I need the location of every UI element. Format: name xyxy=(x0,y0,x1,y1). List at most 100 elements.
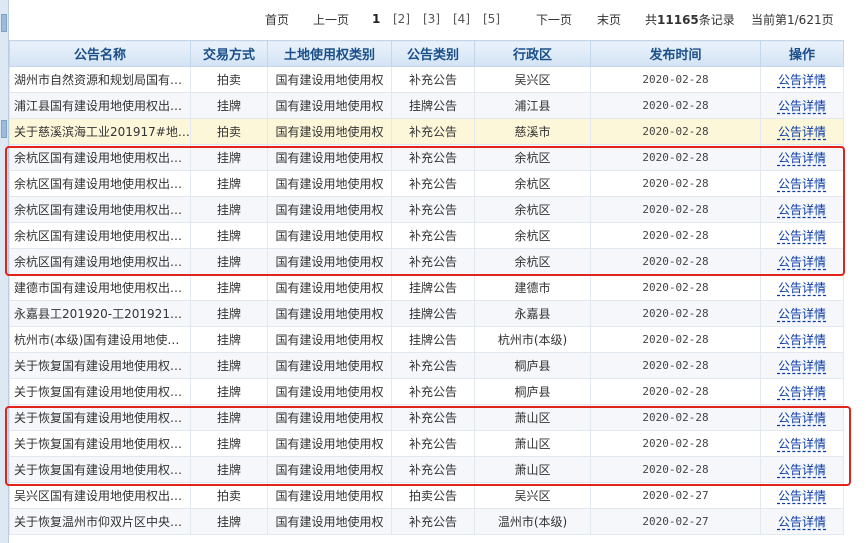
cell-name[interactable]: 余杭区国有建设用地使用权出让公告 xyxy=(9,170,191,197)
cell-name[interactable]: 关于恢复国有建设用地使用权出让的公告 xyxy=(9,378,191,405)
table-row[interactable]: 关于恢复国有建设用地使用权出让的公告挂牌国有建设用地使用权补充公告萧山区2020… xyxy=(9,430,844,457)
cell-name[interactable]: 浦江县国有建设用地使用权出让公告 xyxy=(9,92,191,119)
cell-date: 2020-02-28 xyxy=(590,404,761,431)
page-link-4[interactable]: [4] xyxy=(453,12,470,26)
cell-date: 2020-02-28 xyxy=(590,118,761,145)
cell-name[interactable]: 建德市国有建设用地使用权出让公告 xyxy=(9,274,191,301)
cell-name[interactable]: 吴兴区国有建设用地使用权出让公告 xyxy=(9,482,191,509)
table-row[interactable]: 关于恢复国有建设用地使用权出让的公告挂牌国有建设用地使用权补充公告萧山区2020… xyxy=(9,456,844,483)
cell-name[interactable]: 关于恢复国有建设用地使用权出让的公告 xyxy=(9,352,191,379)
cell-land-type: 国有建设用地使用权 xyxy=(267,482,392,509)
detail-link[interactable]: 公告详情 xyxy=(778,177,826,191)
table-row[interactable]: 关于恢复国有建设用地使用权出让的公告挂牌国有建设用地使用权补充公告萧山区2020… xyxy=(9,404,844,431)
cell-category: 补充公告 xyxy=(391,378,475,405)
page-link-1[interactable]: 1 xyxy=(372,12,380,26)
table-row[interactable]: 关于慈溪滨海工业201917#地块国有建设用地拍卖国有建设用地使用权补充公告慈溪… xyxy=(9,118,844,145)
cell-land-type: 国有建设用地使用权 xyxy=(267,196,392,223)
col-header-category: 公告类别 xyxy=(391,40,475,67)
table-row[interactable]: 湖州市自然资源和规划局国有建设用地使用权拍卖国有建设用地使用权补充公告吴兴区20… xyxy=(9,66,844,93)
first-page-link[interactable]: 首页 xyxy=(265,11,289,28)
cell-name[interactable]: 湖州市自然资源和规划局国有建设用地使用权 xyxy=(9,66,191,93)
cell-name[interactable]: 余杭区国有建设用地使用权出让公告 xyxy=(9,248,191,275)
table-row[interactable]: 余杭区国有建设用地使用权出让公告 挂牌 国有建设用地使用权 补充公告 余杭区 2020-0… xyxy=(9,248,844,275)
cell-date: 2020-02-28 xyxy=(590,196,761,223)
cell-action: 公告详情 xyxy=(760,66,844,93)
page-link-5[interactable]: [5] xyxy=(483,12,500,26)
cell-district: 建德市 xyxy=(474,274,591,301)
cell-name[interactable]: 杭州市(本级)国有建设用地使用权出让公告 xyxy=(9,326,191,353)
page-link-2[interactable]: [2] xyxy=(393,12,410,26)
table-row[interactable]: 余杭区国有建设用地使用权出让公告 挂牌 国有建设用地使用权 补充公告 余杭区 2020-0… xyxy=(9,144,844,171)
table-row[interactable]: 关于恢复国有建设用地使用权出让的公告挂牌国有建设用地使用权补充公告桐庐县2020… xyxy=(9,352,844,379)
table-row[interactable]: 杭州市(本级)国有建设用地使用权出让公告挂牌国有建设用地使用权挂牌公告杭州市(本… xyxy=(9,326,844,353)
detail-link[interactable]: 公告详情 xyxy=(778,515,826,529)
detail-link[interactable]: 公告详情 xyxy=(778,437,826,451)
cell-method: 挂牌 xyxy=(190,92,268,119)
detail-link[interactable]: 公告详情 xyxy=(778,463,826,477)
cell-category: 补充公告 xyxy=(391,170,475,197)
cell-action: 公告详情 xyxy=(760,352,844,379)
cell-action: 公告详情 xyxy=(760,482,844,509)
detail-link[interactable]: 公告详情 xyxy=(778,359,826,373)
detail-link[interactable]: 公告详情 xyxy=(778,203,826,217)
cell-land-type: 国有建设用地使用权 xyxy=(267,248,392,275)
cell-method: 拍卖 xyxy=(190,66,268,93)
cell-name[interactable]: 余杭区国有建设用地使用权出让公告 xyxy=(9,222,191,249)
cell-date: 2020-02-28 xyxy=(590,222,761,249)
cell-category: 补充公告 xyxy=(391,196,475,223)
table-row[interactable]: 余杭区国有建设用地使用权出让公告 挂牌 国有建设用地使用权 补充公告 余杭区 2020-0… xyxy=(9,222,844,249)
cell-land-type: 国有建设用地使用权 xyxy=(267,326,392,353)
cell-name[interactable]: 关于慈溪滨海工业201917#地块国有建设用地 xyxy=(9,118,191,145)
last-page-link[interactable]: 末页 xyxy=(597,11,621,28)
detail-link[interactable]: 公告详情 xyxy=(778,255,826,269)
scroll-handle[interactable] xyxy=(1,14,7,32)
page-link-3[interactable]: [3] xyxy=(423,12,440,26)
next-page-link[interactable]: 下一页 xyxy=(536,11,572,28)
detail-link[interactable]: 公告详情 xyxy=(778,411,826,425)
detail-link[interactable]: 公告详情 xyxy=(778,489,826,503)
table-row[interactable]: 关于恢复国有建设用地使用权出让的公告挂牌国有建设用地使用权补充公告桐庐县2020… xyxy=(9,378,844,405)
cell-method: 挂牌 xyxy=(190,508,268,535)
cell-land-type: 国有建设用地使用权 xyxy=(267,378,392,405)
detail-link[interactable]: 公告详情 xyxy=(778,73,826,87)
cell-name[interactable]: 余杭区国有建设用地使用权出让公告 xyxy=(9,196,191,223)
cell-action: 公告详情 xyxy=(760,144,844,171)
cell-name[interactable]: 余杭区国有建设用地使用权出让公告 xyxy=(9,144,191,171)
cell-name[interactable]: 关于恢复国有建设用地使用权出让的公告 xyxy=(9,456,191,483)
detail-link[interactable]: 公告详情 xyxy=(778,385,826,399)
cell-action: 公告详情 xyxy=(760,248,844,275)
table-header-row: 公告名称 交易方式 土地使用权类别 公告类别 行政区 发布时间 操作 xyxy=(9,40,844,67)
cell-name[interactable]: 永嘉县工201920-工201921国有建设用地 xyxy=(9,300,191,327)
cell-action: 公告详情 xyxy=(760,170,844,197)
cell-action: 公告详情 xyxy=(760,222,844,249)
cell-name[interactable]: 关于恢复国有建设用地使用权出让的公告 xyxy=(9,430,191,457)
detail-link[interactable]: 公告详情 xyxy=(778,281,826,295)
table-row[interactable]: 关于恢复温州市仰双片区中央绿轴地块挂牌国有建设用地使用权补充公告温州市(本级)2… xyxy=(9,508,844,535)
table-row[interactable]: 建德市国有建设用地使用权出让公告 挂牌 国有建设用地使用权 挂牌公告 建德市 2020-0… xyxy=(9,274,844,301)
cell-action: 公告详情 xyxy=(760,196,844,223)
cell-method: 挂牌 xyxy=(190,248,268,275)
cell-name[interactable]: 关于恢复国有建设用地使用权出让的公告 xyxy=(9,404,191,431)
table-row[interactable]: 吴兴区国有建设用地使用权出让公告 拍卖 国有建设用地使用权 拍卖公告 吴兴区 2020-0… xyxy=(9,482,844,509)
cell-method: 挂牌 xyxy=(190,144,268,171)
detail-link[interactable]: 公告详情 xyxy=(778,307,826,321)
table-row[interactable]: 浦江县国有建设用地使用权出让公告 挂牌 国有建设用地使用权 挂牌公告 浦江县 2020-0… xyxy=(9,92,844,119)
detail-link[interactable]: 公告详情 xyxy=(778,99,826,113)
cell-district: 桐庐县 xyxy=(474,352,591,379)
detail-link[interactable]: 公告详情 xyxy=(778,125,826,139)
detail-link[interactable]: 公告详情 xyxy=(778,151,826,165)
cell-action: 公告详情 xyxy=(760,300,844,327)
cell-date: 2020-02-28 xyxy=(590,300,761,327)
prev-page-link[interactable]: 上一页 xyxy=(313,11,349,28)
cell-category: 补充公告 xyxy=(391,248,475,275)
cell-date: 2020-02-27 xyxy=(590,508,761,535)
cell-method: 拍卖 xyxy=(190,118,268,145)
table-row[interactable]: 余杭区国有建设用地使用权出让公告 挂牌 国有建设用地使用权 补充公告 余杭区 2020-0… xyxy=(9,196,844,223)
table-row[interactable]: 余杭区国有建设用地使用权出让公告 挂牌 国有建设用地使用权 补充公告 余杭区 2020-0… xyxy=(9,170,844,197)
detail-link[interactable]: 公告详情 xyxy=(778,333,826,347)
detail-link[interactable]: 公告详情 xyxy=(778,229,826,243)
col-header-method: 交易方式 xyxy=(190,40,268,67)
cell-name[interactable]: 关于恢复温州市仰双片区中央绿轴地块 xyxy=(9,508,191,535)
panel-handle[interactable] xyxy=(1,120,7,138)
table-row[interactable]: 永嘉县工201920-工201921国有建设用地挂牌国有建设用地使用权挂牌公告永… xyxy=(9,300,844,327)
